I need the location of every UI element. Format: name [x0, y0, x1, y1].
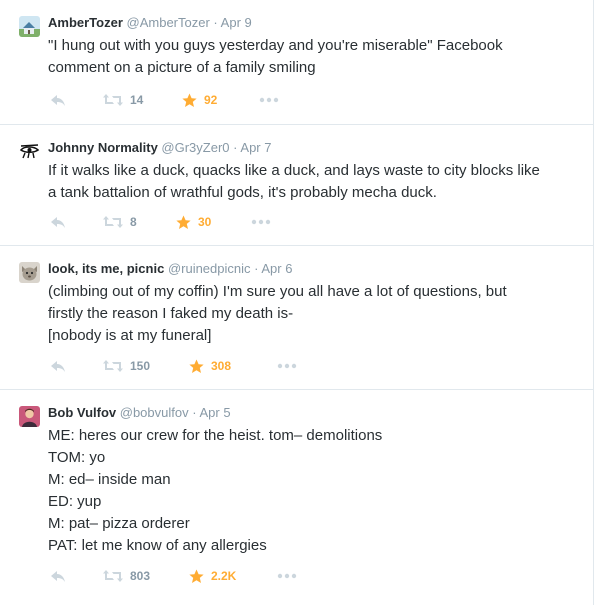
house-photo-icon — [19, 16, 40, 37]
star-icon — [189, 359, 204, 373]
tweet-header: Bob Vulfov @bobvulfov · Apr 5 — [48, 404, 231, 422]
star-icon — [176, 215, 191, 229]
retweet-icon — [103, 570, 123, 582]
reply-button[interactable] — [50, 91, 66, 109]
separator-dot: · — [213, 15, 218, 30]
separator-dot: · — [254, 261, 259, 276]
retweet-count: 8 — [130, 215, 137, 229]
retweet-count: 803 — [130, 569, 151, 583]
separator-dot: · — [192, 405, 197, 420]
favorite-button[interactable]: 308 — [189, 357, 231, 375]
tweet-text: "I hung out with you guys yesterday and … — [48, 37, 503, 76]
avatar[interactable] — [19, 141, 40, 162]
more-button[interactable] — [277, 567, 297, 585]
tweet-date[interactable]: Apr 9 — [221, 15, 252, 30]
more-dots-icon — [277, 363, 297, 369]
author-name[interactable]: look, its me, picnic — [48, 261, 164, 276]
reply-button[interactable] — [50, 213, 66, 231]
tweet-date[interactable]: Apr 6 — [261, 261, 292, 276]
retweet-icon — [103, 94, 123, 106]
star-icon — [189, 569, 204, 583]
retweet-button[interactable]: 14 — [103, 91, 143, 109]
tweet[interactable]: Bob Vulfov @bobvulfov · Apr 5 ME: heres … — [0, 390, 593, 605]
more-button[interactable] — [251, 213, 271, 231]
more-dots-icon — [277, 573, 297, 579]
avatar[interactable] — [19, 16, 40, 37]
author-name[interactable]: AmberTozer — [48, 15, 123, 30]
author-handle[interactable]: @ruinedpicnic — [168, 261, 251, 276]
tweet[interactable]: Johnny Normality @Gr3yZer0 · Apr 7 If it… — [0, 125, 593, 246]
person-photo-icon — [19, 406, 40, 427]
retweet-icon — [103, 360, 123, 372]
favorite-button[interactable]: 92 — [182, 91, 217, 109]
reply-icon — [51, 217, 65, 228]
reply-icon — [51, 95, 65, 106]
tweet-header: look, its me, picnic @ruinedpicnic · Apr… — [48, 260, 292, 278]
tweet-header: Johnny Normality @Gr3yZer0 · Apr 7 — [48, 139, 271, 157]
more-dots-icon — [251, 219, 271, 225]
favorite-count: 2.2K — [211, 569, 237, 583]
more-button[interactable] — [259, 91, 279, 109]
favorite-count: 30 — [198, 215, 212, 229]
retweet-button[interactable]: 8 — [103, 213, 137, 231]
favorite-count: 92 — [204, 93, 218, 107]
retweet-count: 150 — [130, 359, 151, 373]
tweet-timeline: AmberTozer @AmberTozer · Apr 9 "I hung o… — [0, 0, 594, 605]
cat-face-icon — [19, 262, 40, 283]
author-handle[interactable]: @Gr3yZer0 — [161, 140, 229, 155]
tweet-text: If it walks like a duck, quacks like a d… — [48, 162, 540, 201]
tweet-header: AmberTozer @AmberTozer · Apr 9 — [48, 14, 252, 32]
favorite-count: 308 — [211, 359, 232, 373]
tweet-date[interactable]: Apr 7 — [240, 140, 271, 155]
more-dots-icon — [259, 97, 279, 103]
favorite-button[interactable]: 30 — [176, 213, 211, 231]
tweet[interactable]: AmberTozer @AmberTozer · Apr 9 "I hung o… — [0, 0, 593, 125]
author-handle[interactable]: @bobvulfov — [120, 405, 189, 420]
author-handle[interactable]: @AmberTozer — [127, 15, 210, 30]
eye-glyph-icon — [19, 141, 40, 162]
reply-icon — [51, 361, 65, 372]
author-name[interactable]: Bob Vulfov — [48, 405, 116, 420]
author-name[interactable]: Johnny Normality — [48, 140, 158, 155]
retweet-count: 14 — [130, 93, 144, 107]
reply-button[interactable] — [50, 567, 66, 585]
reply-button[interactable] — [50, 357, 66, 375]
more-button[interactable] — [277, 357, 297, 375]
avatar[interactable] — [19, 262, 40, 283]
tweet-text: (climbing out of my coffin) I'm sure you… — [48, 283, 507, 344]
tweet-text: ME: heres our crew for the heist. tom– d… — [48, 427, 383, 554]
retweet-button[interactable]: 150 — [103, 357, 150, 375]
retweet-icon — [103, 216, 123, 228]
retweet-button[interactable]: 803 — [103, 567, 150, 585]
favorite-button[interactable]: 2.2K — [189, 567, 236, 585]
avatar[interactable] — [19, 406, 40, 427]
reply-icon — [51, 571, 65, 582]
separator-dot: · — [233, 140, 238, 155]
tweet[interactable]: look, its me, picnic @ruinedpicnic · Apr… — [0, 246, 593, 390]
star-icon — [182, 93, 197, 107]
tweet-date[interactable]: Apr 5 — [199, 405, 230, 420]
